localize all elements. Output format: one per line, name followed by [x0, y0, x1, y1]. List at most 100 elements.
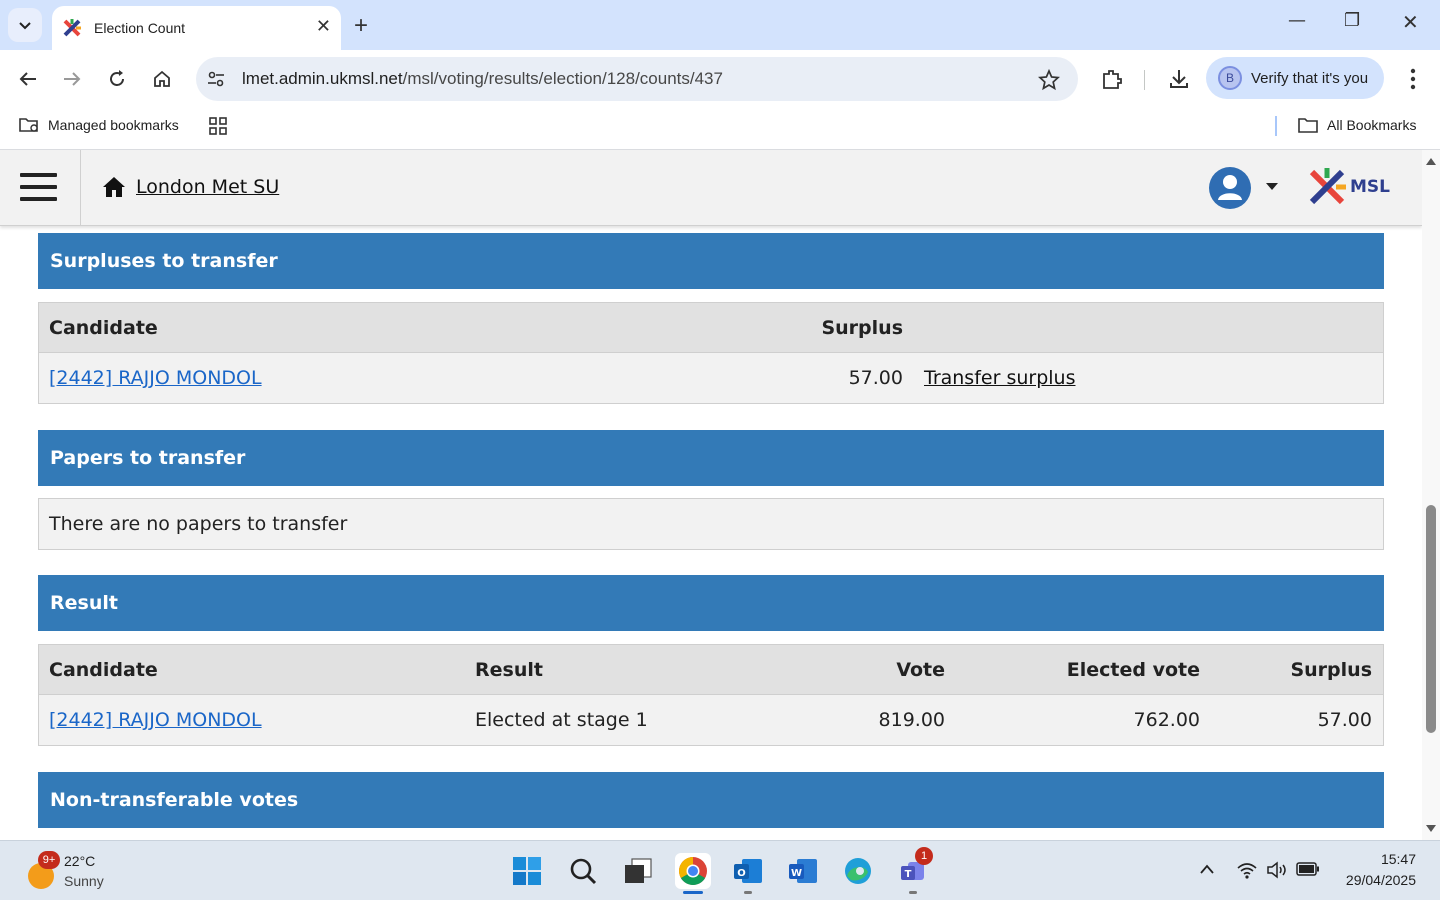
tab-election-count[interactable]: Election Count ✕: [52, 6, 341, 50]
result-status: Elected at stage 1: [475, 709, 648, 731]
papers-table: There are no papers to transfer: [38, 498, 1384, 550]
column-header-candidate: Candidate: [49, 317, 158, 339]
forward-arrow-icon: [64, 72, 81, 86]
elected-vote-value: 762.00: [1133, 709, 1200, 731]
papers-title: Papers to transfer: [50, 447, 246, 469]
transfer-surplus-link[interactable]: Transfer surplus: [924, 367, 1075, 389]
weather-temp: 22°C: [64, 853, 96, 869]
all-bookmarks-folder[interactable]: All Bookmarks: [1297, 116, 1416, 134]
close-tab-icon[interactable]: ✕: [316, 16, 331, 37]
verify-label: Verify that it's you: [1251, 69, 1369, 87]
teams-open-indicator: [909, 891, 917, 894]
profile-initial: B: [1225, 71, 1234, 85]
surplus-value: 57.00: [848, 367, 903, 389]
downloads-button[interactable]: [1166, 66, 1192, 92]
scrollbar-thumb[interactable]: [1426, 505, 1436, 733]
chrome-taskbar-button[interactable]: [675, 853, 711, 889]
chrome-active-indicator: [683, 891, 703, 894]
column-header-vote: Vote: [896, 659, 945, 681]
table-row: [2442] RAJJO MONDOL 57.00 Transfer surpl…: [39, 353, 1383, 403]
outlook-taskbar-button[interactable]: O: [730, 853, 766, 889]
start-button[interactable]: [509, 853, 545, 889]
bookmark-star-icon[interactable]: [1038, 69, 1060, 91]
candidate-link[interactable]: [2442] RAJJO MONDOL: [49, 709, 262, 731]
clock-date[interactable]: 29/04/2025: [1346, 872, 1416, 888]
scroll-down-arrow-icon[interactable]: [1425, 824, 1437, 834]
restore-icon[interactable]: ❐: [1344, 10, 1360, 31]
outlook-open-indicator: [744, 891, 752, 894]
puzzle-icon: [1103, 70, 1122, 89]
managed-bookmarks-folder[interactable]: Managed bookmarks: [18, 116, 179, 134]
column-header-surplus: Surplus: [1290, 659, 1372, 681]
home-link[interactable]: London Met SU: [102, 176, 279, 198]
svg-text:W: W: [791, 868, 802, 879]
url-host: lmet.admin.ukmsl.net: [242, 69, 403, 88]
battery-icon[interactable]: [1296, 862, 1320, 876]
clock-time[interactable]: 15:47: [1381, 851, 1416, 867]
svg-text:O: O: [737, 868, 746, 879]
volume-icon[interactable]: [1266, 861, 1288, 879]
table-row: [2442] RAJJO MONDOL Elected at stage 1 8…: [39, 695, 1383, 745]
weather-badge: 9+: [38, 851, 60, 869]
word-taskbar-button[interactable]: W: [785, 853, 821, 889]
logo-text: MSL: [1350, 177, 1390, 197]
surpluses-header: Surpluses to transfer: [38, 233, 1384, 289]
reload-button[interactable]: [104, 66, 130, 92]
browser-menu-button[interactable]: [1400, 66, 1426, 92]
nontransferable-title: Non-transferable votes: [50, 789, 299, 811]
tab-title: Election Count: [94, 20, 186, 36]
surplus-value: 57.00: [1317, 709, 1372, 731]
wifi-icon[interactable]: [1236, 861, 1258, 879]
extensions-button[interactable]: [1099, 66, 1125, 92]
home-icon: [103, 177, 125, 197]
browser-toolbar: lmet.admin.ukmsl.net/msl/voting/results/…: [0, 50, 1440, 108]
msl-logo: MSL: [1308, 168, 1390, 206]
forward-button[interactable]: [59, 66, 85, 92]
bookmarks-divider: [1275, 116, 1277, 136]
kebab-menu-icon: [1410, 68, 1416, 90]
msl-favicon-icon: [63, 19, 81, 37]
site-info-icon[interactable]: [206, 69, 226, 89]
search-button[interactable]: [565, 853, 601, 889]
back-arrow-icon: [19, 72, 36, 86]
address-bar[interactable]: lmet.admin.ukmsl.net/msl/voting/results/…: [196, 57, 1078, 101]
chrome-icon: [679, 857, 707, 885]
bookmarks-bar: Managed bookmarks All Bookmarks: [0, 108, 1440, 150]
minimize-icon[interactable]: —: [1288, 10, 1306, 31]
all-bookmarks-label: All Bookmarks: [1327, 117, 1417, 133]
table-header-row: Candidate Result Vote Elected vote Surpl…: [39, 645, 1383, 695]
verify-identity-button[interactable]: B Verify that it's you: [1206, 57, 1384, 99]
edge-taskbar-button[interactable]: [840, 853, 876, 889]
browser-tab-strip: Election Count ✕ + — ❐ ✕: [0, 0, 1440, 50]
site-header: London Met SU MSL: [0, 150, 1422, 226]
search-icon: [570, 858, 597, 885]
msl-logo-icon: [1309, 168, 1346, 205]
hamburger-menu-button[interactable]: [20, 173, 57, 203]
user-menu-caret-icon[interactable]: [1266, 183, 1278, 190]
page-scrollbar[interactable]: [1422, 150, 1440, 840]
folder-icon: [1298, 118, 1318, 133]
weather-widget[interactable]: 9+ 22°C Sunny: [24, 851, 144, 893]
page-content: London Met SU MSL Surpluses to transfer …: [0, 150, 1422, 840]
apps-grid-icon[interactable]: [208, 116, 228, 136]
home-button[interactable]: [149, 66, 175, 92]
weather-desc: Sunny: [64, 873, 104, 889]
profile-avatar: B: [1218, 66, 1242, 90]
column-header-candidate: Candidate: [49, 659, 158, 681]
tab-search-button[interactable]: [8, 8, 42, 42]
candidate-link[interactable]: [2442] RAJJO MONDOL: [49, 367, 262, 389]
user-avatar-button[interactable]: [1209, 167, 1251, 209]
header-divider: [80, 150, 81, 226]
back-button[interactable]: [15, 66, 41, 92]
toolbar-divider: [1144, 70, 1145, 90]
scroll-up-arrow-icon[interactable]: [1425, 156, 1437, 166]
task-view-button[interactable]: [620, 853, 656, 889]
surpluses-table: Candidate Surplus [2442] RAJJO MONDOL 57…: [38, 302, 1384, 404]
close-window-icon[interactable]: ✕: [1402, 10, 1419, 34]
chevron-up-icon[interactable]: [1199, 863, 1215, 875]
teams-taskbar-button[interactable]: T 1: [895, 847, 933, 889]
papers-empty-message: There are no papers to transfer: [49, 513, 348, 535]
home-outline-icon: [154, 70, 170, 87]
new-tab-button[interactable]: +: [354, 12, 368, 40]
url-path: /msl/voting/results/election/128/counts/…: [402, 69, 723, 88]
